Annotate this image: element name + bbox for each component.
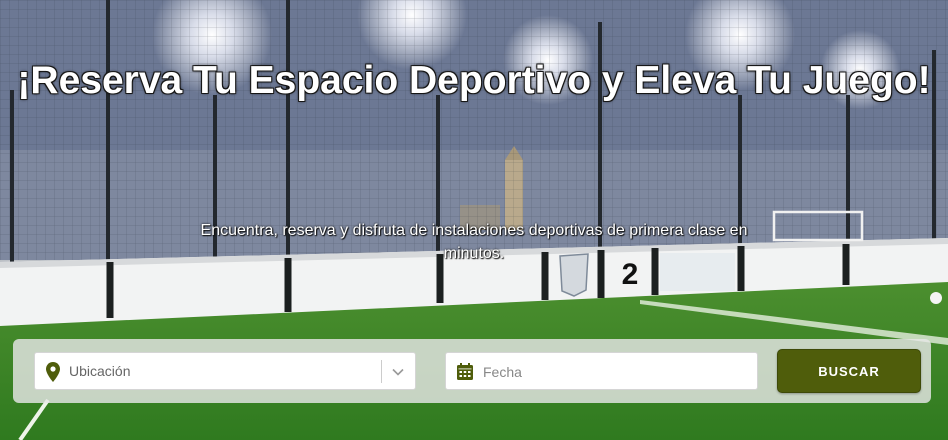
date-field[interactable] <box>445 352 758 390</box>
hero-title: ¡Reserva Tu Espacio Deportivo y Eleva Tu… <box>17 59 931 102</box>
search-button[interactable]: BUSCAR <box>777 349 921 393</box>
hero-subtitle: Encuentra, reserva y disfruta de instala… <box>200 222 748 262</box>
select-separator <box>381 360 382 383</box>
date-input[interactable] <box>481 354 745 390</box>
map-pin-icon <box>46 362 60 382</box>
hero-section: 2 ¡Reserva Tu Espacio Deportivo y Eleva … <box>0 0 948 440</box>
calendar-icon <box>457 363 473 380</box>
search-panel: Ubicación BUSCAR <box>13 339 931 403</box>
chevron-down-icon[interactable] <box>391 365 405 379</box>
location-placeholder: Ubicación <box>69 363 131 379</box>
location-select[interactable]: Ubicación <box>34 352 416 390</box>
